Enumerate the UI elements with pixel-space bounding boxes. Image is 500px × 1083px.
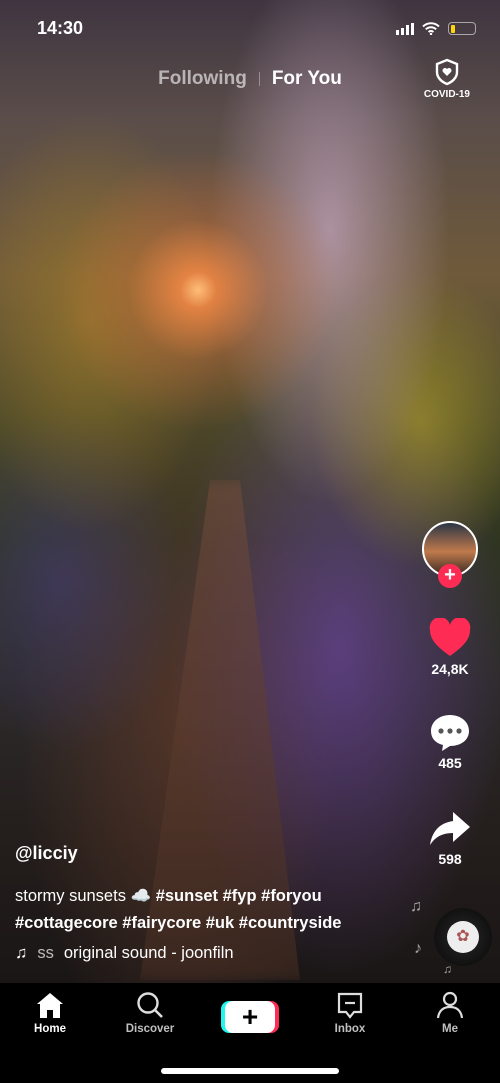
- username[interactable]: @licciy: [15, 843, 78, 864]
- tab-following[interactable]: Following: [158, 68, 247, 90]
- video-description: stormy sunsets ☁️ #sunset #fyp #foryou #…: [15, 883, 395, 937]
- like-button[interactable]: 24,8K: [412, 617, 488, 677]
- status-time: 14:30: [37, 18, 84, 38]
- signal-icon: [396, 22, 414, 35]
- music-note-icon: ♫: [410, 898, 422, 915]
- tab-label: Home: [34, 1023, 66, 1035]
- inbox-icon: [337, 992, 363, 1019]
- status-icons: [396, 22, 476, 35]
- comment-count: 485: [438, 755, 462, 771]
- sound-disc[interactable]: ✿: [434, 908, 492, 966]
- tab-me[interactable]: Me: [400, 983, 500, 1083]
- hashtags[interactable]: #cottagecore #fairycore #uk #countryside: [15, 914, 341, 932]
- hashtags[interactable]: #sunset #fyp #foryou: [156, 887, 322, 905]
- sound-marquee[interactable]: ♫ ss original sound - joonfiln: [15, 944, 234, 963]
- search-icon: [137, 992, 163, 1018]
- plus-icon: +: [225, 1001, 275, 1033]
- cloud-emoji: ☁️: [130, 887, 152, 905]
- covid-label: COVID-19: [423, 89, 470, 100]
- sound-cover-icon: ✿: [447, 921, 479, 953]
- creator-avatar[interactable]: +: [412, 521, 488, 588]
- wifi-icon: [422, 22, 440, 35]
- tab-label: Me: [442, 1023, 458, 1035]
- music-note-icon: ♫: [15, 944, 28, 962]
- like-count: 24,8K: [431, 661, 469, 677]
- description-text: stormy sunsets: [15, 887, 126, 905]
- tab-divider: [258, 72, 260, 86]
- tab-label: Inbox: [334, 1023, 366, 1035]
- home-indicator[interactable]: [161, 1068, 339, 1074]
- share-button[interactable]: 598: [412, 810, 488, 867]
- bottom-tab-bar: Home Discover + Inbox Me: [0, 983, 500, 1083]
- comment-button[interactable]: 485: [412, 712, 488, 771]
- tab-for-you[interactable]: For You: [272, 68, 342, 90]
- sound-name: original sound - joonfiln: [63, 944, 234, 962]
- tab-label: Discover: [125, 1023, 175, 1035]
- covid-button[interactable]: COVID-19: [424, 58, 470, 100]
- home-icon: [37, 993, 63, 1018]
- music-note-icon: ♪: [414, 940, 422, 957]
- music-note-icon: ♫: [443, 962, 452, 976]
- comment-icon: [431, 715, 469, 751]
- profile-icon: [436, 991, 464, 1019]
- battery-icon: [448, 22, 476, 35]
- heart-icon: [429, 617, 471, 656]
- share-arrow-icon: [430, 812, 470, 845]
- follow-button[interactable]: +: [438, 564, 462, 588]
- share-count: 598: [438, 851, 462, 867]
- tab-home[interactable]: Home: [0, 983, 100, 1083]
- sound-prefix: ss: [37, 944, 54, 962]
- shield-heart-icon: [435, 58, 459, 86]
